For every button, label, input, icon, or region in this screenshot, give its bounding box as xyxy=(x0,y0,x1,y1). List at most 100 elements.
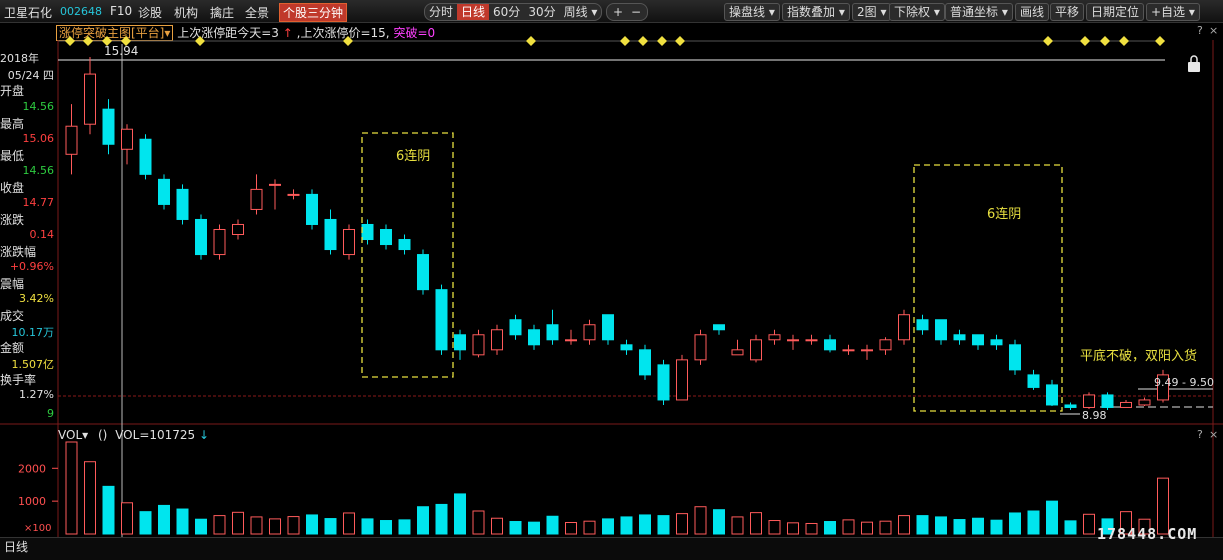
candle xyxy=(787,339,799,342)
candle xyxy=(417,254,429,291)
lock-icon xyxy=(1188,62,1200,72)
volume-bar xyxy=(768,520,781,535)
volume-bar xyxy=(65,441,78,535)
candle xyxy=(676,359,688,401)
pattern-box-2-label: 6连阴 xyxy=(987,206,1021,222)
candle xyxy=(121,128,133,150)
down-arrow-icon: ↓ xyxy=(199,428,210,442)
volume-bar xyxy=(176,508,189,535)
candle xyxy=(898,314,910,341)
candle xyxy=(639,349,651,376)
volume-bar xyxy=(269,518,281,535)
volume-bar xyxy=(972,517,984,535)
signal-diamond-icon xyxy=(638,36,648,46)
candle xyxy=(916,319,929,331)
volume-bar xyxy=(324,518,337,535)
volume-bar xyxy=(731,516,744,535)
volume-bar xyxy=(935,516,947,535)
candle xyxy=(306,193,318,225)
candle xyxy=(1138,399,1151,406)
volume-bar xyxy=(1083,513,1095,535)
candle xyxy=(694,334,707,361)
volume-bar xyxy=(916,515,929,535)
volume-bar xyxy=(1064,520,1077,535)
signal-diamond-icon xyxy=(675,36,685,46)
candle xyxy=(472,334,485,356)
volume-bar xyxy=(583,520,596,535)
volume-bar xyxy=(1009,512,1021,535)
candle xyxy=(454,334,466,351)
candle xyxy=(953,334,966,341)
volume-bar xyxy=(713,509,725,535)
volume-bar xyxy=(509,521,522,535)
candle xyxy=(805,339,818,342)
candle xyxy=(491,329,503,351)
volume-bar xyxy=(805,522,818,535)
volume-header: VOL▾ () VOL=101725 ↓ xyxy=(58,428,209,442)
volume-bar xyxy=(417,506,429,535)
signal-diamond-icon xyxy=(343,36,353,46)
candle xyxy=(380,228,392,246)
volume-bar xyxy=(195,518,207,535)
volume-bar xyxy=(787,522,799,535)
candle xyxy=(657,364,670,401)
candle xyxy=(84,73,96,125)
volume-bar xyxy=(898,515,910,535)
volume-bar xyxy=(287,516,300,535)
candle xyxy=(1009,344,1021,371)
candle xyxy=(1064,404,1077,408)
volume-bar xyxy=(1027,510,1040,535)
bottom-bar: 日线 xyxy=(0,537,1223,560)
high-price-label: 15.94 xyxy=(104,44,138,58)
volume-bar xyxy=(676,513,688,535)
volume-bar xyxy=(620,516,633,535)
signal-diamond-icon xyxy=(65,36,75,46)
signal-diamond-icon xyxy=(526,36,536,46)
volume-bar xyxy=(454,493,466,535)
volume-bar xyxy=(102,485,115,535)
volume-bar xyxy=(213,515,226,535)
candle xyxy=(287,193,300,196)
candle xyxy=(750,339,762,361)
candle xyxy=(935,319,947,341)
volume-bar xyxy=(546,515,559,535)
volume-bar xyxy=(639,514,651,535)
candle xyxy=(232,223,244,236)
volume-tick-label: 2000 xyxy=(18,462,46,475)
candle xyxy=(65,125,78,155)
candle xyxy=(1027,374,1040,388)
signal-diamond-icon xyxy=(83,36,93,46)
candle xyxy=(250,188,263,210)
volume-bar xyxy=(139,511,152,535)
period-footer-label[interactable]: 日线 xyxy=(4,538,28,555)
volume-bar xyxy=(824,521,836,535)
candle xyxy=(343,228,355,256)
candle xyxy=(879,339,892,351)
volume-indicator-select[interactable]: VOL▾ xyxy=(58,428,88,442)
volume-tick-label: 1000 xyxy=(18,495,46,508)
volume-bar xyxy=(657,515,670,535)
volume-bar xyxy=(398,519,411,535)
candle xyxy=(1083,394,1095,408)
volume-unit-label: ×100 xyxy=(24,523,51,534)
candle xyxy=(583,324,596,341)
candle xyxy=(713,324,725,331)
signal-diamond-icon xyxy=(1119,36,1129,46)
pattern-box-2 xyxy=(913,164,1063,412)
candle xyxy=(195,218,207,256)
volume-bar xyxy=(121,502,133,535)
volume-bar xyxy=(602,518,614,535)
volume-bar xyxy=(879,520,892,535)
volume-bar xyxy=(232,511,244,535)
volume-bar xyxy=(694,506,707,535)
watermark: 178448.COM xyxy=(1097,525,1198,543)
volume-bar xyxy=(343,512,355,535)
signal-diamond-icon xyxy=(1080,36,1090,46)
signal-diamond-icon xyxy=(620,36,630,46)
kline-chart[interactable]: ?×?× 20001000×1002018/567815.948.986连阴6连… xyxy=(0,0,1223,559)
volume-params: () xyxy=(97,428,108,442)
volume-bar xyxy=(380,520,392,535)
volume-bar xyxy=(528,521,540,535)
candle xyxy=(324,218,337,251)
signal-diamond-icon xyxy=(1100,36,1110,46)
